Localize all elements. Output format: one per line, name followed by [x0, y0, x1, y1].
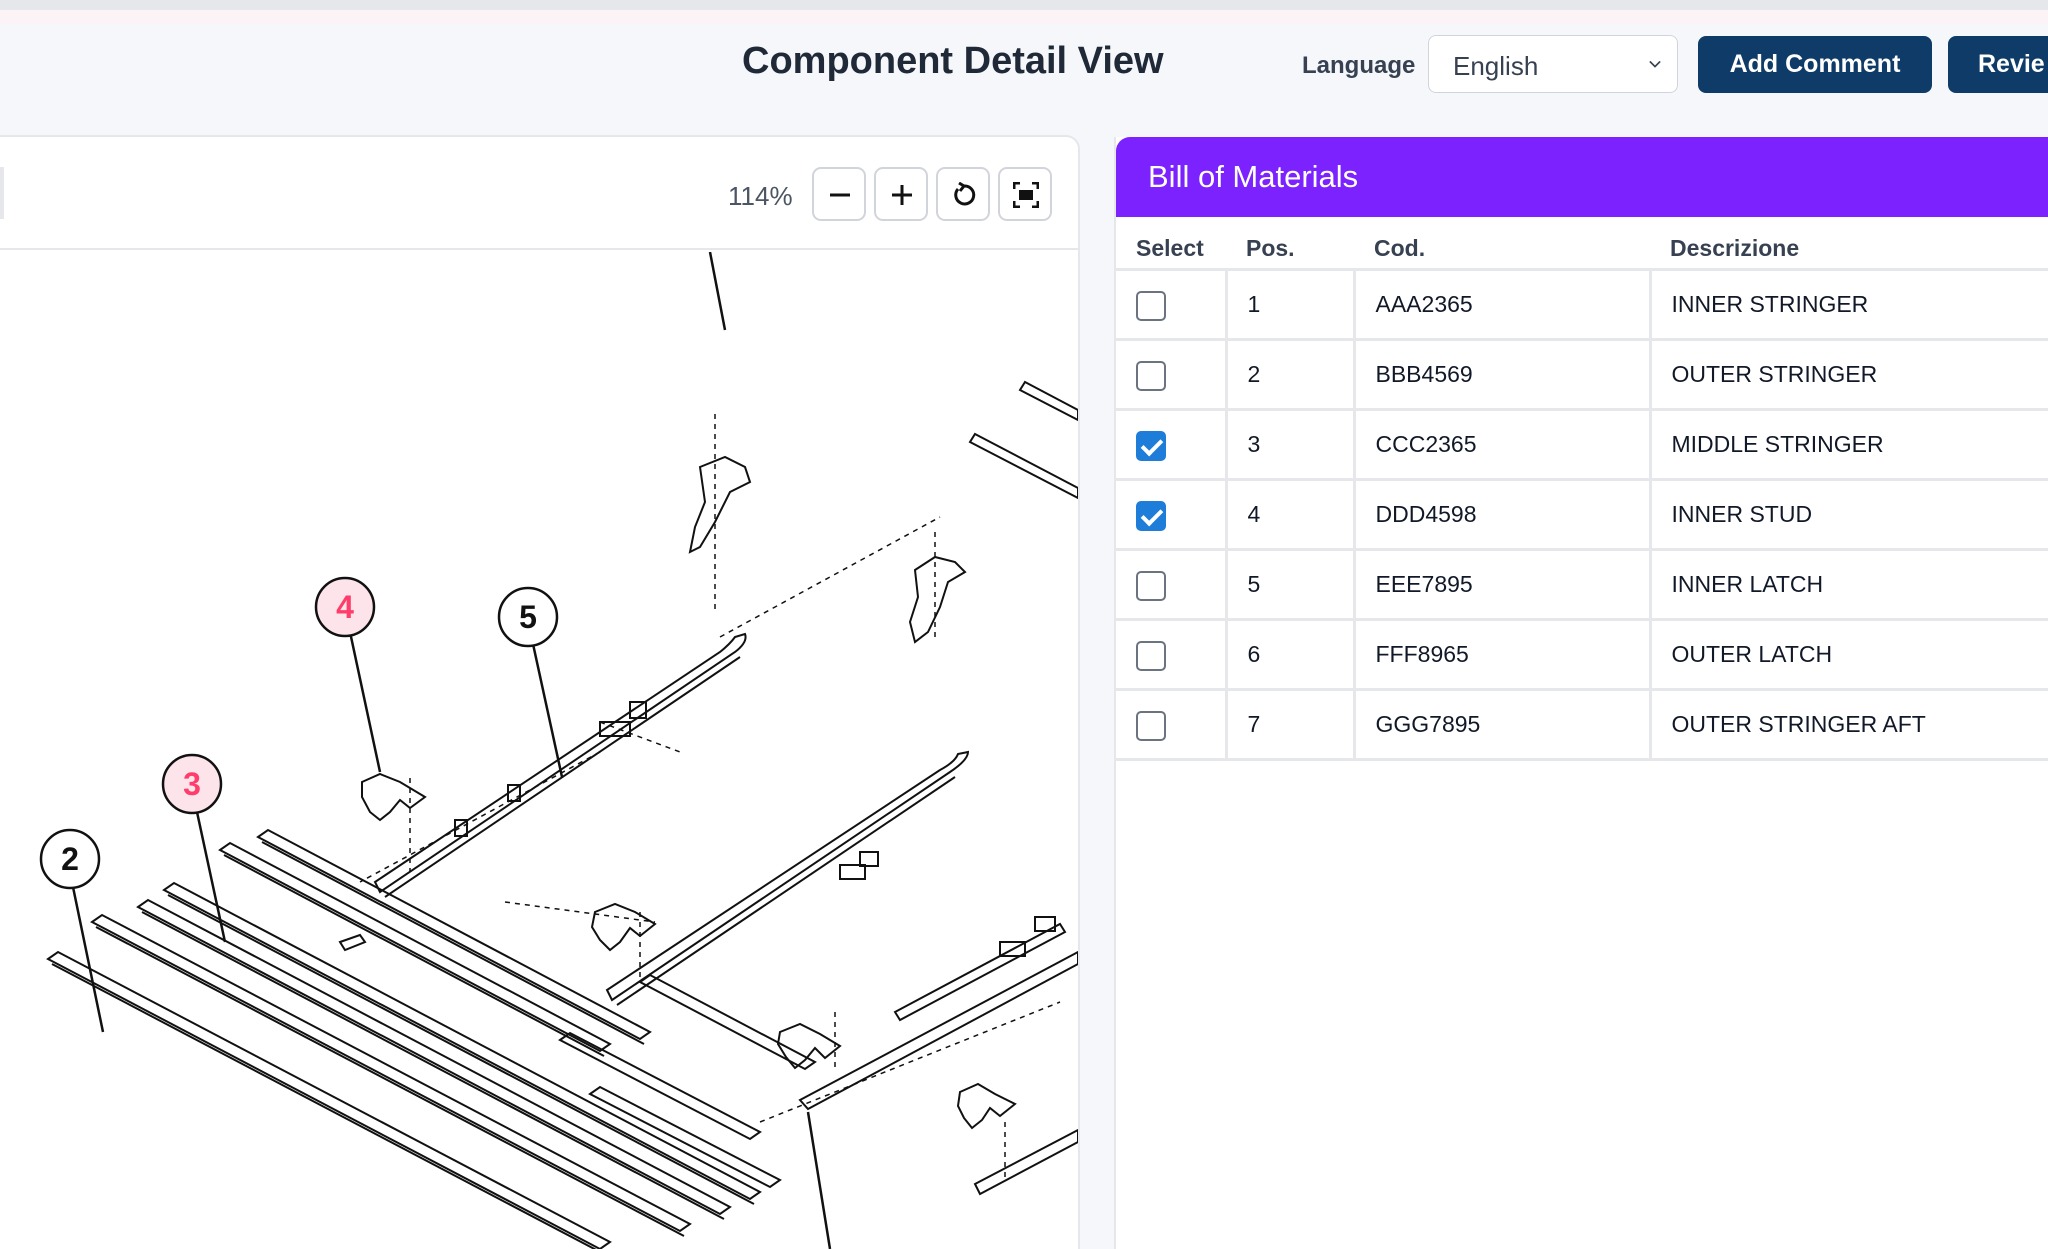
description-cell: OUTER STRINGER	[1650, 339, 2048, 411]
column-header-descrizione: Descrizione	[1650, 217, 2048, 271]
bom-header: Bill of Materials	[1116, 137, 2048, 217]
callout-4-label: 4	[336, 589, 354, 625]
row-select-checkbox[interactable]	[1136, 711, 1166, 741]
callout-5[interactable]: 5	[497, 586, 559, 648]
chevron-down-icon	[1649, 60, 1661, 68]
description-cell: OUTER STRINGER AFT	[1650, 689, 2048, 761]
description-cell: INNER STUD	[1650, 479, 2048, 551]
viewer-toolbar: 114%	[0, 137, 1078, 250]
table-row[interactable]: 3 CCC2365 MIDDLE STRINGER	[1116, 409, 2048, 481]
drawing-viewer-panel: 114% 4 5 3 2	[0, 135, 1080, 1249]
cod-cell: GGG7895	[1354, 689, 1652, 761]
table-row[interactable]: 7 GGG7895 OUTER STRINGER AFT	[1116, 689, 2048, 761]
row-select-checkbox[interactable]	[1136, 571, 1166, 601]
bill-of-materials-panel: Bill of Materials Select Pos. Cod. Descr…	[1114, 137, 2048, 1249]
select-cell	[1116, 339, 1228, 411]
plus-icon	[892, 185, 912, 205]
bracket-parts	[338, 455, 1017, 1130]
language-label: Language	[1302, 52, 1416, 79]
callout-3-label: 3	[183, 766, 201, 802]
cod-cell: FFF8965	[1354, 619, 1652, 691]
language-select-value: English	[1453, 51, 1539, 81]
column-header-select: Select	[1116, 217, 1226, 271]
rotate-button[interactable]	[936, 167, 990, 221]
stringer-rails	[46, 828, 817, 1249]
pos-cell: 2	[1226, 339, 1356, 411]
select-cell	[1116, 269, 1228, 341]
select-cell	[1116, 409, 1228, 481]
review-button[interactable]: Revie	[1948, 36, 2048, 93]
table-row[interactable]: 1 AAA2365 INNER STRINGER	[1116, 269, 2048, 341]
row-select-checkbox[interactable]	[1136, 361, 1166, 391]
callout-3[interactable]: 3	[161, 753, 223, 815]
rotate-icon	[954, 182, 976, 206]
table-row[interactable]: 5 EEE7895 INNER LATCH	[1116, 549, 2048, 621]
cod-cell: DDD4598	[1354, 479, 1652, 551]
top-strip-accent	[0, 10, 2048, 24]
pos-cell: 7	[1226, 689, 1356, 761]
description-cell: OUTER LATCH	[1650, 619, 2048, 691]
select-cell	[1116, 479, 1228, 551]
exploded-drawing[interactable]: 4 5 3 2	[0, 252, 1078, 1249]
language-select[interactable]: English	[1428, 35, 1678, 93]
table-row[interactable]: 2 BBB4569 OUTER STRINGER	[1116, 339, 2048, 411]
select-cell	[1116, 619, 1228, 691]
table-row[interactable]: 6 FFF8965 OUTER LATCH	[1116, 619, 2048, 691]
description-cell: MIDDLE STRINGER	[1650, 409, 2048, 481]
bom-table: Select Pos. Cod. Descrizione 1 AAA2365 INN…	[1116, 217, 2048, 761]
pos-cell: 3	[1226, 409, 1356, 481]
callout-4[interactable]: 4	[314, 576, 376, 638]
fit-screen-icon	[1013, 182, 1039, 208]
description-cell: INNER STRINGER	[1650, 269, 2048, 341]
cod-cell: BBB4569	[1354, 339, 1652, 411]
column-header-pos: Pos.	[1226, 217, 1354, 271]
zoom-out-button[interactable]	[812, 167, 866, 221]
bom-title: Bill of Materials	[1148, 159, 1359, 194]
table-row[interactable]: 4 DDD4598 INNER STUD	[1116, 479, 2048, 551]
pos-cell: 4	[1226, 479, 1356, 551]
cod-cell: AAA2365	[1354, 269, 1652, 341]
callout-5-label: 5	[519, 599, 537, 635]
zoom-in-button[interactable]	[874, 167, 928, 221]
add-comment-button[interactable]: Add Comment	[1698, 36, 1932, 93]
row-select-checkbox[interactable]	[1136, 291, 1166, 321]
callout-2-label: 2	[61, 841, 79, 877]
select-cell	[1116, 549, 1228, 621]
column-header-cod: Cod.	[1354, 217, 1650, 271]
cod-cell: EEE7895	[1354, 549, 1652, 621]
fit-screen-button[interactable]	[998, 167, 1052, 221]
page-title: Component Detail View	[742, 40, 1164, 82]
pos-cell: 5	[1226, 549, 1356, 621]
row-select-checkbox[interactable]	[1136, 641, 1166, 671]
row-select-checkbox[interactable]	[1136, 431, 1166, 461]
select-cell	[1116, 689, 1228, 761]
description-cell: INNER LATCH	[1650, 549, 2048, 621]
row-select-checkbox[interactable]	[1136, 501, 1166, 531]
minus-icon	[830, 193, 850, 197]
pos-cell: 6	[1226, 619, 1356, 691]
pos-cell: 1	[1226, 269, 1356, 341]
curved-stringer-middle	[605, 750, 970, 1006]
exploded-drawing-svg: 4 5 3 2	[39, 252, 1078, 1249]
top-strip	[0, 0, 2048, 10]
zoom-level: 114%	[728, 181, 793, 211]
bom-table-header-row: Select Pos. Cod. Descrizione	[1116, 217, 2048, 271]
callout-2[interactable]: 2	[39, 828, 101, 890]
toolbar-edge	[0, 167, 4, 219]
cod-cell: CCC2365	[1354, 409, 1652, 481]
